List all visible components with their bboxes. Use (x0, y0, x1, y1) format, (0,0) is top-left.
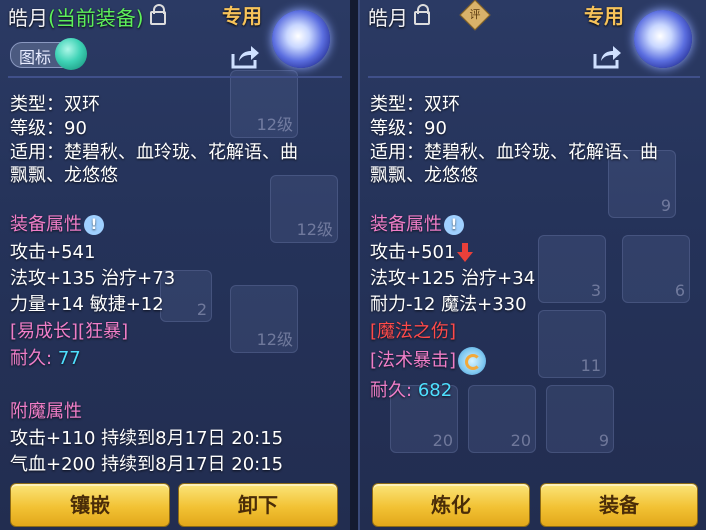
str-agi-stat: 力量+14 敏捷+12 (10, 294, 164, 315)
durability-label: 耐久: (10, 348, 53, 369)
special-trait-2: [法术暴击] (370, 346, 487, 375)
enchant-line: 气血+200 持续到8月17日 20:15 (10, 454, 284, 475)
slot-label: 11 (580, 356, 601, 375)
share-icon[interactable] (592, 44, 622, 70)
divider (8, 76, 342, 78)
slot-label: 6 (674, 281, 685, 300)
special-traits: [易成长][狂暴] (10, 321, 129, 342)
background-slot: 12级 (270, 175, 338, 243)
attributes-header-label: 装备属性 (10, 214, 82, 235)
background-slot: 11 (538, 310, 606, 378)
magic-heal-stat: 法攻+125 治疗+34 (370, 268, 536, 289)
attack-stat: 攻击+501 (370, 238, 474, 264)
background-slot: 9 (546, 385, 614, 453)
item-type: 类型：双环 (10, 94, 100, 115)
slot-label: 12级 (256, 330, 293, 349)
exclusive-tag: 专用 (222, 4, 262, 28)
durability: 耐久: 77 (10, 344, 81, 370)
attributes-header: 装备属性! (370, 210, 464, 236)
attack-value: 攻击+501 (370, 242, 456, 263)
evaluate-badge-icon[interactable]: 评 (459, 0, 491, 31)
special-trait-label: [法术暴击] (370, 350, 457, 371)
icon-toggle-label: 图标 (19, 48, 52, 67)
attributes-header: 装备属性! (10, 210, 104, 236)
enchant-line: 攻击+110 持续到8月17日 20:15 (10, 428, 284, 449)
item-level: 等级：90 (370, 118, 447, 139)
attributes-header-label: 装备属性 (370, 214, 442, 235)
slot-label: 2 (196, 300, 207, 319)
compare-equipment-panel: 9 3 6 11 20 20 9 皓月 评 专用 类型：双环 等级：90 适用：… (358, 0, 706, 530)
background-slot: 6 (622, 235, 690, 303)
lock-icon[interactable] (414, 3, 430, 25)
unequip-button[interactable]: 卸下 (178, 483, 338, 527)
slot-label: 12级 (256, 115, 293, 134)
equipment-icon (272, 10, 330, 68)
durability: 耐久: 682 (370, 376, 452, 402)
enchant-header: 附魔属性 (10, 401, 82, 422)
slot-label: 3 (590, 281, 601, 300)
info-icon[interactable]: ! (84, 215, 104, 235)
icon-toggle[interactable]: 图标 (10, 38, 87, 70)
lock-icon[interactable] (149, 3, 166, 25)
refresh-icon[interactable] (458, 347, 487, 375)
equipment-icon (634, 10, 692, 68)
slot-label: 9 (598, 431, 609, 450)
slot-label: 20 (510, 431, 531, 450)
toggle-knob-icon (55, 38, 87, 70)
evaluate-badge-label: 评 (469, 8, 481, 21)
durability-value: 77 (57, 348, 81, 369)
background-slot: 20 (468, 385, 536, 453)
equip-button[interactable]: 装备 (540, 483, 698, 527)
item-level: 等级：90 (10, 118, 87, 139)
background-slot: 12级 (230, 285, 298, 353)
decrease-arrow-icon (457, 243, 474, 263)
panel-divider (350, 0, 358, 530)
divider (368, 76, 700, 78)
item-suitable-cont: 飘飘、龙悠悠 (370, 165, 478, 186)
slot-label: 12级 (296, 220, 333, 239)
background-slot: 12级 (230, 70, 298, 138)
inlay-button[interactable]: 镶嵌 (10, 483, 170, 527)
item-title: 皓月(当前装备) (8, 2, 166, 31)
durability-label: 耐久: (370, 380, 413, 401)
current-equipment-panel: 12级 12级 12级 2 皓月(当前装备) 专用 图标 类型：双环 等级：90… (0, 0, 352, 530)
durability-value: 682 (417, 380, 453, 401)
endure-mana-stat: 耐力-12 魔法+330 (370, 294, 527, 315)
background-slot: 3 (538, 235, 606, 303)
slot-label: 20 (432, 431, 453, 450)
current-equip-label: (当前装备) (48, 6, 144, 30)
attack-stat: 攻击+541 (10, 242, 96, 263)
slot-label: 9 (660, 196, 671, 215)
refine-button[interactable]: 炼化 (372, 483, 530, 527)
exclusive-tag: 专用 (584, 4, 624, 28)
info-icon[interactable]: ! (444, 215, 464, 235)
special-trait: [魔法之伤] (370, 321, 457, 342)
share-icon[interactable] (230, 44, 260, 70)
item-type: 类型：双环 (370, 94, 460, 115)
item-name: 皓月 (368, 6, 408, 30)
magic-heal-stat: 法攻+135 治疗+73 (10, 268, 176, 289)
item-suitable-cont: 飘飘、龙悠悠 (10, 165, 118, 186)
item-title: 皓月 (368, 2, 430, 31)
item-name: 皓月 (8, 6, 48, 30)
